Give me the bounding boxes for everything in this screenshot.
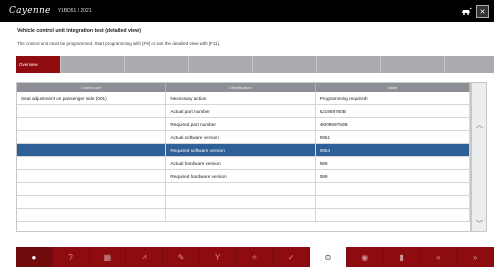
- control-unit-cell: [17, 144, 167, 156]
- table-row[interactable]: Seat adjustment on passenger side (001) N…: [17, 92, 470, 105]
- identification-cell: Actual hardware version: [166, 157, 316, 169]
- value-cell: 089: [316, 170, 470, 182]
- control-unit-cell: [17, 209, 167, 221]
- car-link-icon[interactable]: [461, 6, 472, 17]
- control-unit-cell: [17, 118, 167, 130]
- value-cell: 089: [316, 157, 470, 169]
- table-row[interactable]: Actual hardware version 089: [17, 157, 470, 170]
- identification-cell: [166, 183, 316, 195]
- control-unit-cell: [17, 105, 167, 117]
- identification-cell: [166, 196, 316, 208]
- home-button[interactable]: ●: [16, 247, 53, 267]
- check-button[interactable]: ✓: [273, 247, 311, 267]
- identification-cell: Required part number: [166, 118, 316, 130]
- back-button[interactable]: «: [420, 247, 458, 267]
- forward-icon: »: [472, 252, 478, 262]
- column-header-control-unit[interactable]: Control unit: [17, 83, 167, 92]
- home-icon: ●: [31, 252, 37, 262]
- forward-button[interactable]: »: [457, 247, 494, 267]
- column-header-value[interactable]: Value: [316, 83, 470, 92]
- tab-2[interactable]: [125, 56, 189, 73]
- vehicle-id: Y1BD51 / 2021: [57, 8, 92, 14]
- tab-4[interactable]: [253, 56, 317, 73]
- table-row[interactable]: [17, 209, 470, 222]
- chart-icon: ⩘: [141, 252, 147, 261]
- control-unit-cell: Seat adjustment on passenger side (001): [17, 92, 167, 104]
- value-cell: 0951: [316, 131, 470, 143]
- tab-overview[interactable]: Overview: [16, 56, 61, 73]
- close-icon[interactable]: ✕: [476, 5, 489, 18]
- data-table: Control unit Identification Value Seat a…: [16, 82, 471, 232]
- tab-5[interactable]: [317, 56, 381, 73]
- value-cell: [316, 183, 470, 195]
- scrollbar[interactable]: ︿ ﹀: [471, 82, 487, 232]
- trash-button[interactable]: ▮: [384, 247, 421, 267]
- table-row[interactable]: Required hardware version 089: [17, 170, 470, 183]
- control-unit-cell: [17, 183, 167, 195]
- identification-cell: Required software version: [166, 144, 316, 156]
- table-row[interactable]: Actual software version 0951: [17, 131, 470, 144]
- identification-cell: Necessary action: [166, 92, 316, 104]
- grid-button[interactable]: ▦: [90, 247, 127, 267]
- table-row[interactable]: Required software version 0954: [17, 144, 470, 157]
- table-row[interactable]: [17, 196, 470, 209]
- tab-3[interactable]: [189, 56, 253, 73]
- grid-icon: ▦: [103, 252, 112, 262]
- tab-7[interactable]: [445, 56, 494, 73]
- help-button[interactable]: ?: [53, 247, 90, 267]
- table-body: Seat adjustment on passenger side (001) N…: [17, 92, 470, 222]
- tool-button[interactable]: ✧: [237, 247, 274, 267]
- control-unit-cell: [17, 131, 167, 143]
- proceed-icon: ⊙: [324, 252, 332, 262]
- tab-1[interactable]: [61, 56, 125, 73]
- back-icon: «: [436, 252, 441, 262]
- tab-6[interactable]: [381, 56, 445, 73]
- page-instructions: The control unit must be programmed. Sta…: [17, 41, 221, 46]
- proceed-button[interactable]: ⊙: [310, 247, 347, 267]
- value-cell: 0954: [316, 144, 470, 156]
- identification-cell: Required hardware version: [166, 170, 316, 182]
- column-header-identification[interactable]: Identification: [166, 83, 316, 92]
- record-button[interactable]: ◉: [347, 247, 384, 267]
- value-cell: 4M0959750B: [316, 118, 470, 130]
- table-row[interactable]: [17, 183, 470, 196]
- identification-cell: Actual part number: [166, 105, 316, 117]
- value-cell: 6J1959760B: [316, 105, 470, 117]
- tool-icon: ✧: [251, 252, 258, 262]
- control-unit-cell: [17, 196, 167, 208]
- tab-bar: Overview: [16, 56, 494, 73]
- check-icon: ✓: [287, 252, 295, 262]
- chart-button[interactable]: ⩘: [126, 247, 164, 267]
- wrench-icon: ✎: [177, 252, 185, 262]
- wrench-button[interactable]: ✎: [163, 247, 200, 267]
- chevron-up-icon[interactable]: ︿: [474, 119, 485, 130]
- filter-button[interactable]: Y: [200, 247, 237, 267]
- value-cell: Programming required!: [316, 92, 470, 104]
- record-icon: ◉: [361, 252, 369, 262]
- title-bar: Cayenne Y1BD51 / 2021 ✕: [0, 0, 494, 22]
- help-icon: ?: [68, 252, 73, 262]
- page-title: Vehicle control unit integration test (d…: [17, 28, 141, 34]
- title-bar-icons: ✕: [461, 5, 489, 18]
- bottom-toolbar: ●? ▦ ⩘ ✎ Y ✧ ✓ ⊙ ◉ ▮ « »: [16, 247, 494, 267]
- control-unit-cell: [17, 157, 167, 169]
- filter-icon: Y: [215, 252, 221, 262]
- value-cell: [316, 196, 470, 208]
- brand-logo: Cayenne: [9, 6, 51, 16]
- control-unit-cell: [17, 170, 167, 182]
- table-row[interactable]: Required part number 4M0959750B: [17, 118, 470, 131]
- chevron-down-icon[interactable]: ﹀: [474, 218, 485, 229]
- identification-cell: Actual software version: [166, 131, 316, 143]
- trash-icon: ▮: [399, 252, 404, 262]
- table-header: Control unit Identification Value: [17, 83, 470, 92]
- identification-cell: [166, 209, 316, 221]
- table-row[interactable]: Actual part number 6J1959760B: [17, 105, 470, 118]
- value-cell: [316, 209, 470, 221]
